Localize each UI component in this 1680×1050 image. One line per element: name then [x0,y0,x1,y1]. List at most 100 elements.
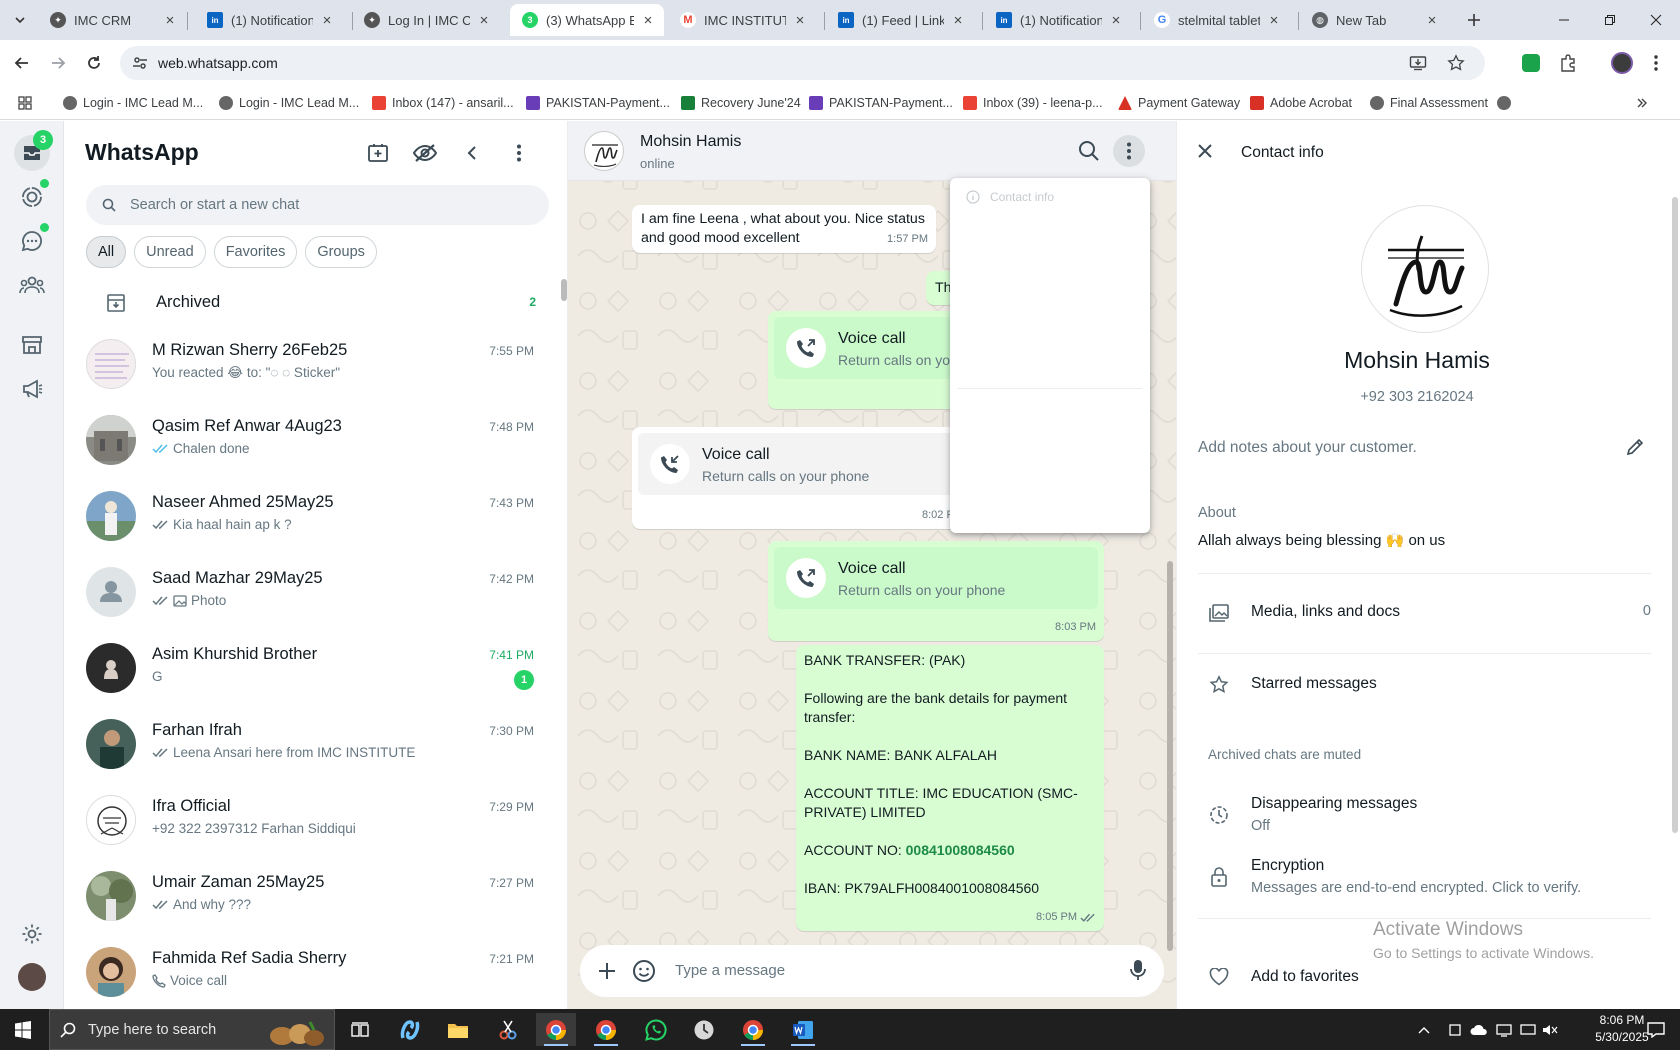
bookmark-item[interactable]: PAKISTAN-Payment... [809,86,953,120]
media-links-docs-row[interactable]: Media, links and docs 0 [1177,585,1667,641]
browser-tab-active[interactable]: 3 (3) WhatsApp Bu × [510,4,664,36]
tab-close-icon[interactable]: × [950,12,966,29]
chat-row[interactable]: Naseer Ahmed 25May25 7:43 PM Kia haal ha… [64,478,544,554]
conversation-menu-icon[interactable] [1113,135,1145,167]
sticker-emoji-icon[interactable] [632,959,656,983]
chrome-taskbar-icon[interactable] [536,1013,576,1046]
windows-start-icon[interactable] [3,1013,43,1046]
tab-close-icon[interactable]: × [319,12,335,29]
attach-plus-icon[interactable] [596,960,618,982]
contact-info-scrollbar[interactable] [1672,197,1678,833]
bookmark-star-icon[interactable] [1447,54,1465,72]
back-arrow-icon[interactable] [8,49,36,77]
account-number-link[interactable]: 00841008084560 [906,842,1015,858]
message-input[interactable]: Type a message [675,962,785,979]
tab-close-icon[interactable]: × [1108,12,1124,29]
address-bar[interactable]: web.whatsapp.com [120,46,1485,80]
word-icon[interactable] [783,1013,823,1046]
reload-icon[interactable] [80,49,108,77]
bookmark-item[interactable]: Adobe Acrobat [1250,86,1352,120]
browser-menu-icon[interactable] [1642,49,1670,77]
contact-avatar[interactable] [584,131,624,171]
bookmark-item[interactable]: Login - IMC Lead M... [219,86,359,120]
bookmark-item[interactable]: Recovery June'24 [681,86,801,120]
minimize-icon[interactable] [1541,0,1587,40]
add-to-favorites-row[interactable]: Add to favorites [1177,959,1667,999]
search-input[interactable]: Search or start a new chat [86,185,549,225]
file-explorer-icon[interactable] [438,1013,478,1046]
bank-details-message[interactable]: BANK TRANSFER: (PAK) Following are the b… [796,645,1104,931]
browser-tab[interactable]: in (1) Feed | Linked × [826,4,974,36]
chat-row[interactable]: Umair Zaman 25May25 7:27 PM And why ??? [64,858,544,934]
browser-tab[interactable]: M IMC INSTITUTE | × [668,4,816,36]
tab-close-icon[interactable]: × [792,12,808,29]
filter-groups[interactable]: Groups [305,236,377,268]
conversation-header[interactable]: Mohsin Hamis online [568,121,1176,181]
bookmark-item[interactable]: Final Assessment [1370,86,1488,120]
tray-network-icon[interactable] [1492,1013,1516,1046]
task-view-icon[interactable] [340,1013,380,1046]
snipping-tool-icon[interactable] [488,1013,528,1046]
tab-close-icon[interactable]: × [476,12,492,29]
chrome-taskbar-icon[interactable] [733,1013,773,1046]
settings-gear-icon[interactable] [14,916,50,952]
new-tab-plus-icon[interactable] [1460,6,1488,34]
chat-row[interactable]: Qasim Ref Anwar 4Aug23 7:48 PM Chalen do… [64,402,544,478]
tab-close-icon[interactable]: × [1266,12,1282,29]
profile-avatar-icon[interactable] [1608,49,1636,77]
bookmark-item[interactable]: Login - IMC Lead M... [63,86,203,120]
bookmark-item[interactable]: Inbox (147) - ansaril... [372,86,514,120]
chat-row[interactable]: Fahmida Ref Sadia Sherry 7:21 PM Voice c… [64,934,544,1009]
microphone-icon[interactable] [1130,959,1146,981]
chat-row[interactable]: Ifra Official 7:29 PM +92 322 2397312 Fa… [64,782,544,858]
browser-tab[interactable]: G stelmital tablet - × [1142,4,1290,36]
browser-tab[interactable]: ◍ New Tab × [1300,4,1448,36]
browser-tab[interactable]: ✦ IMC CRM × [38,4,186,36]
tab-search-icon[interactable] [6,6,34,34]
forward-arrow-icon[interactable] [44,49,72,77]
whatsapp-taskbar-icon[interactable] [636,1013,676,1046]
new-chat-icon[interactable] [363,138,393,168]
tab-close-icon[interactable]: × [162,12,178,29]
tray-wifi-icon[interactable] [1516,1013,1540,1046]
bookmark-item[interactable] [1497,86,1517,120]
starred-messages-row[interactable]: Starred messages [1177,657,1667,713]
profile-photo-avatar[interactable] [14,959,50,995]
taskbar-search-input[interactable]: Type here to search [49,1009,335,1050]
search-messages-icon[interactable] [1078,140,1100,162]
chevron-left-icon[interactable] [457,138,487,168]
communities-icon[interactable] [14,267,50,303]
restore-icon[interactable] [1587,0,1633,40]
bookmarks-overflow-icon[interactable] [1636,86,1648,120]
filter-favorites[interactable]: Favorites [213,236,298,268]
apps-grid-icon[interactable] [18,86,32,120]
archived-row[interactable]: Archived 2 [64,281,544,325]
copilot-icon[interactable] [390,1013,430,1046]
bookmark-item[interactable]: PAKISTAN-Payment... [526,86,670,120]
message-composer[interactable]: Type a message [580,945,1164,997]
tab-close-icon[interactable]: × [640,12,656,29]
tray-overflow-chevron-icon[interactable] [1412,1013,1436,1046]
browser-tab[interactable]: in (1) Notifications × [195,4,343,36]
filter-unread[interactable]: Unread [134,236,206,268]
chat-row[interactable]: M Rizwan Sherry 26Feb25 7:55 PM You reac… [64,326,544,402]
browser-tab[interactable]: ✦ Log In | IMC Cer × [352,4,500,36]
filter-all[interactable]: All [86,236,127,268]
tab-close-icon[interactable]: × [1424,12,1440,29]
whatsapp-extension-icon[interactable] [1517,49,1545,77]
hide-eye-icon[interactable] [410,138,440,168]
catalog-store-icon[interactable] [14,327,50,363]
disappearing-messages-row[interactable]: Disappearing messages Off [1177,789,1667,845]
bookmark-item[interactable]: Inbox (39) - leena-p... [963,86,1103,120]
chat-row[interactable]: Asim Khurshid Brother 7:41 PM G 1 [64,630,544,706]
menu-item-contact-info[interactable]: Contact info [966,190,1054,204]
install-app-icon[interactable] [1409,54,1427,72]
chrome-taskbar-icon[interactable] [586,1013,626,1046]
message-incoming[interactable]: I am fine Leena , what about you. Nice s… [632,205,936,253]
close-icon[interactable] [1197,143,1213,159]
chat-list-scrollbar[interactable] [561,279,567,301]
bookmark-item[interactable]: Payment Gateway [1118,86,1240,120]
list-menu-icon[interactable] [504,138,534,168]
tray-volume-muted-icon[interactable] [1538,1013,1562,1046]
notes-input[interactable]: Add notes about your customer. [1198,439,1417,457]
